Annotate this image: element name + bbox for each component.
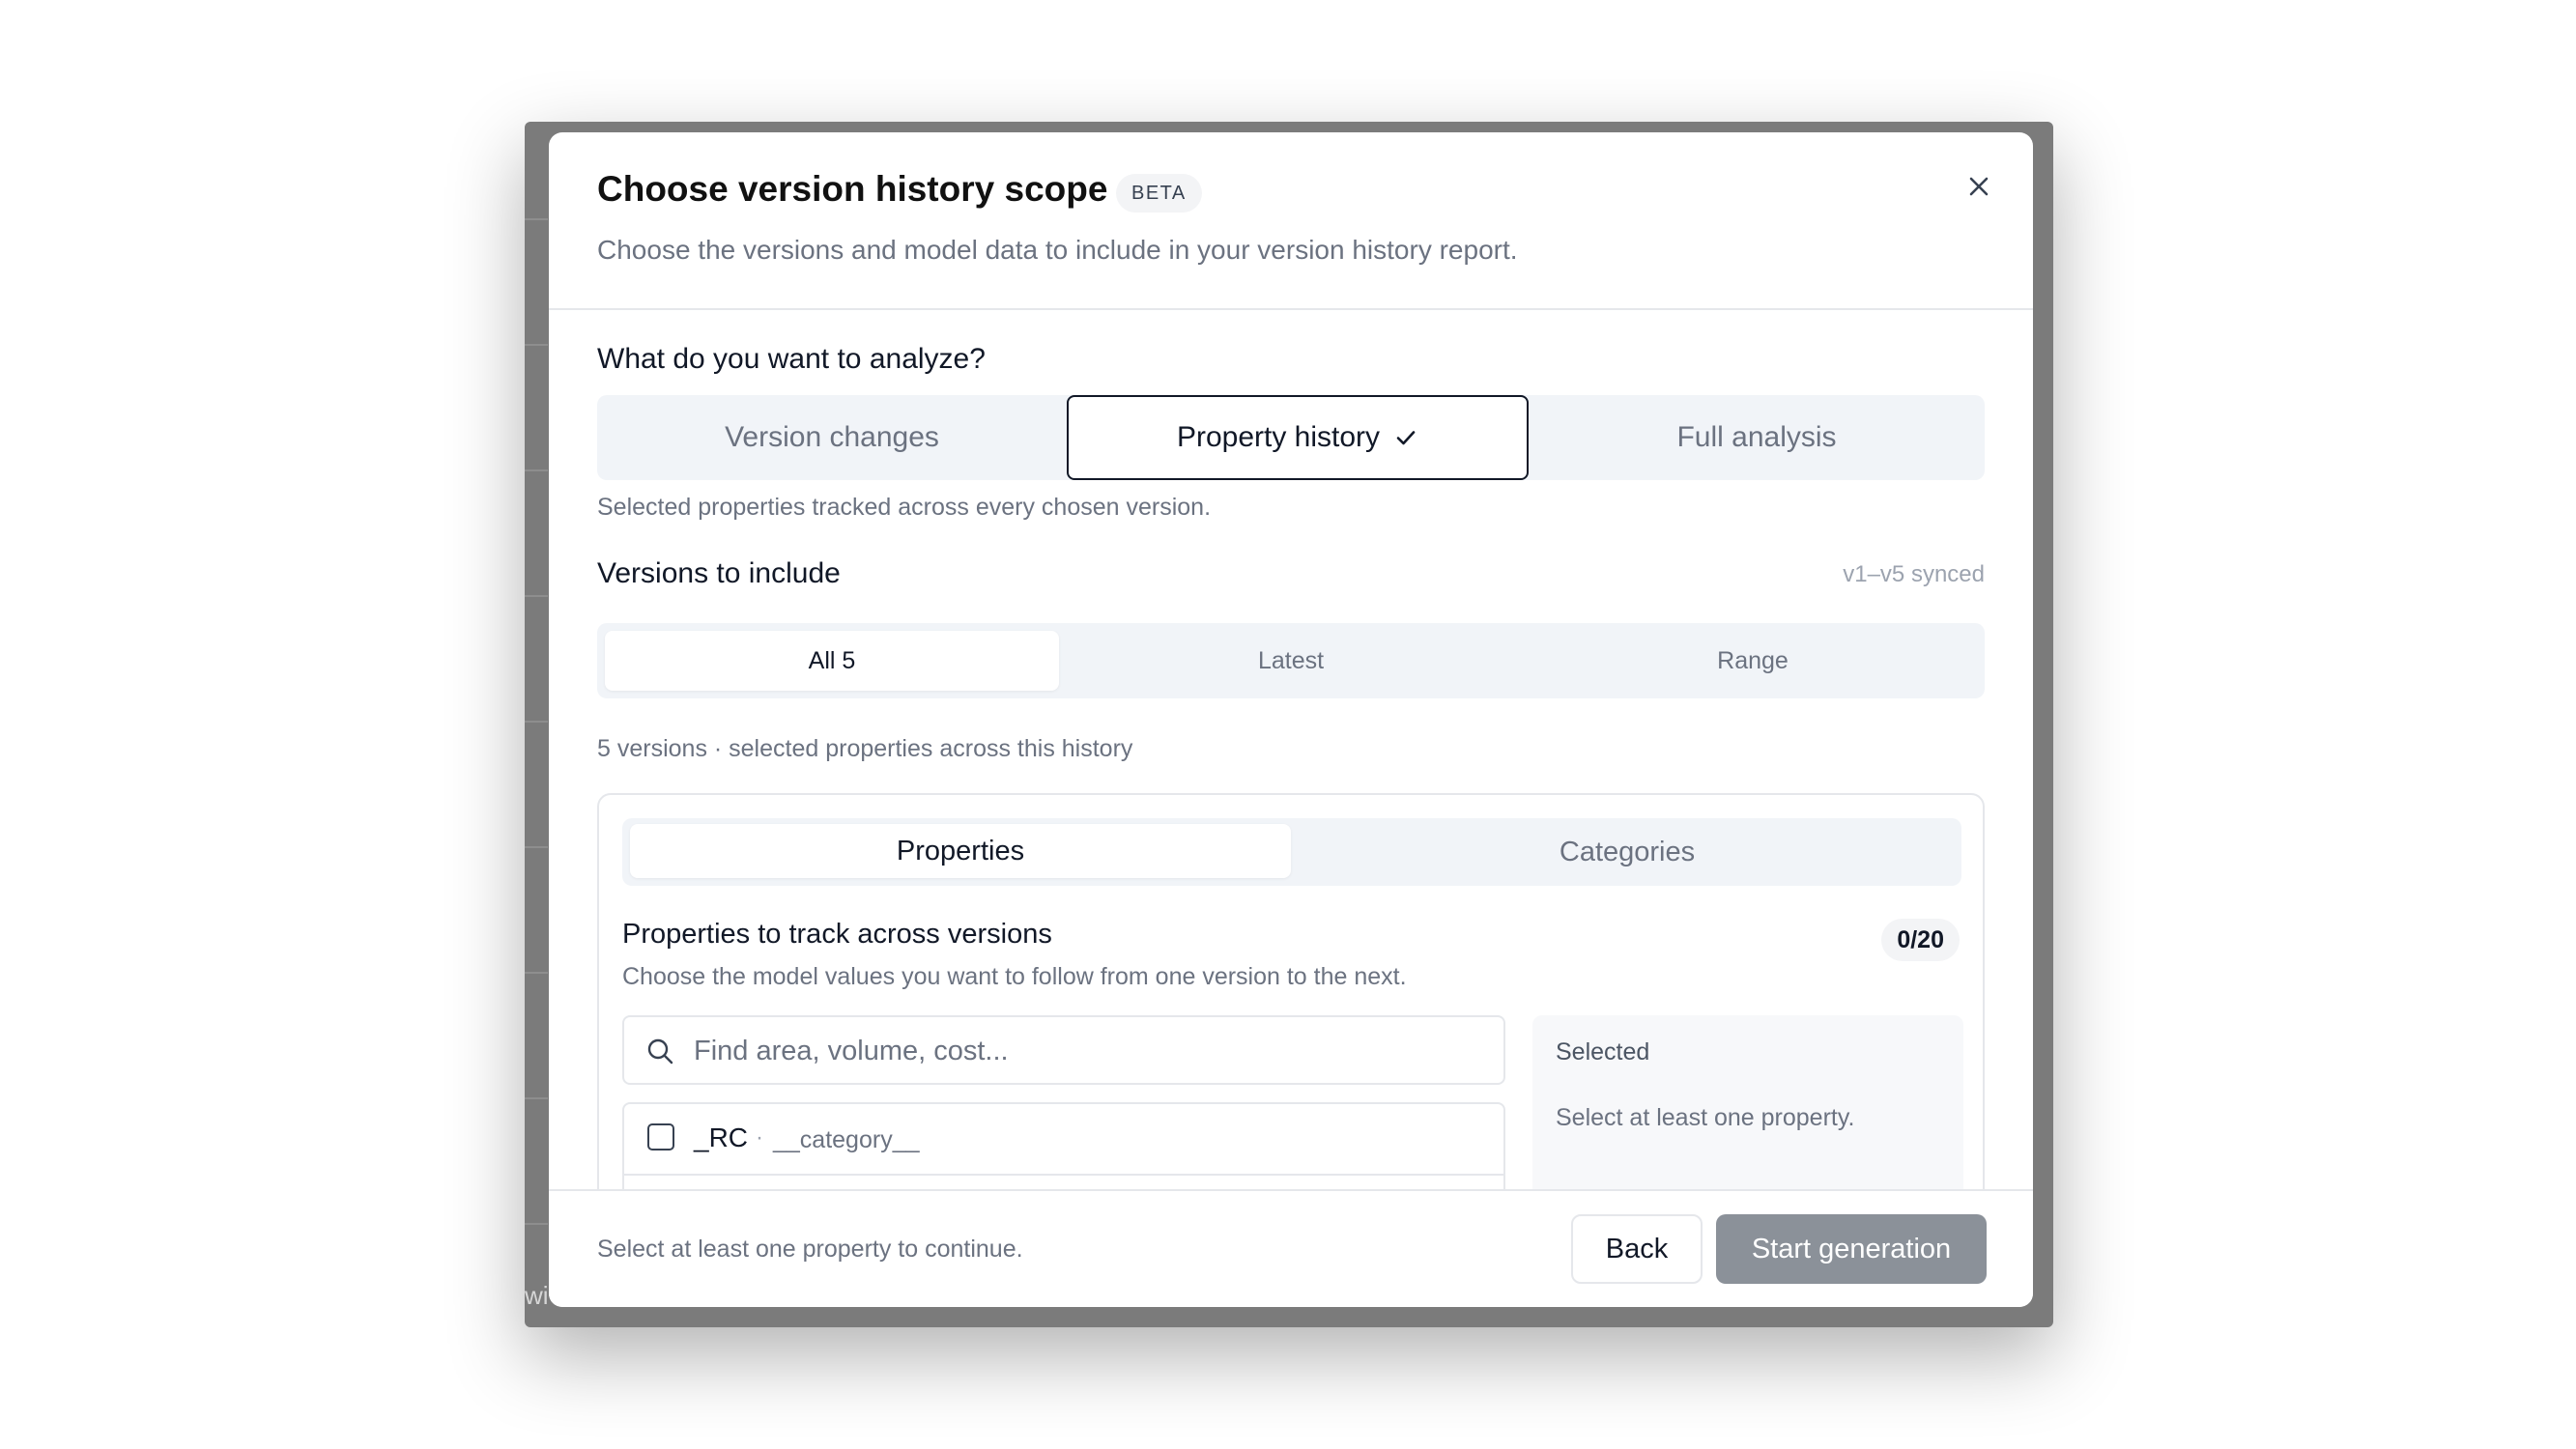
background-divider [525, 344, 548, 346]
option-all-versions[interactable]: All 5 [605, 631, 1059, 691]
option-label: Property history [1176, 421, 1381, 453]
background-divider [525, 595, 548, 597]
tab-categories[interactable]: Categories [1293, 818, 1961, 886]
option-label: Version changes [725, 421, 939, 453]
footer-message: Select at least one property to continue… [597, 1236, 1023, 1263]
background-divider [525, 972, 548, 974]
properties-categories-tabs: Properties Categories [622, 818, 1961, 886]
option-label: All 5 [808, 646, 856, 674]
analyze-question-label: What do you want to analyze? [597, 343, 986, 375]
version-history-scope-dialog: Choose version history scope BETA Choose… [549, 132, 2033, 1307]
background-divider [525, 1097, 548, 1099]
dialog-header: Choose version history scope BETA Choose… [549, 132, 2033, 310]
option-range[interactable]: Range [1521, 623, 1985, 698]
analysis-type-selector: Version changes Property history Full an… [597, 395, 1985, 480]
tab-properties[interactable]: Properties [630, 824, 1291, 878]
option-label: Full analysis [1676, 421, 1837, 453]
properties-title: Properties to track across versions [622, 919, 1052, 950]
option-version-changes[interactable]: Version changes [597, 395, 1067, 480]
tab-label: Categories [1559, 836, 1696, 867]
sync-status: v1–v5 synced [1843, 561, 1985, 587]
option-label: Range [1717, 646, 1789, 674]
list-item[interactable]: _RC · __category__ [624, 1104, 1503, 1176]
option-full-analysis[interactable]: Full analysis [1529, 395, 1985, 480]
property-name: _RC [694, 1122, 749, 1152]
dialog-footer: Select at least one property to continue… [549, 1189, 2033, 1307]
property-category: __category__ [773, 1126, 920, 1153]
background-divider [525, 218, 548, 220]
property-search [622, 1015, 1505, 1085]
search-input[interactable] [692, 1017, 1488, 1085]
versions-selector: All 5 Latest Range [597, 623, 1985, 698]
tab-label: Properties [896, 835, 1025, 867]
versions-description: 5 versions · selected properties across … [597, 735, 1133, 762]
dialog-title: Choose version history scope [597, 169, 1108, 209]
option-property-history[interactable]: Property history [1067, 395, 1529, 480]
close-button[interactable] [1958, 165, 2000, 208]
close-icon [1969, 177, 1989, 196]
option-label: Latest [1257, 646, 1325, 674]
search-icon [647, 1038, 673, 1065]
background-divider [525, 1223, 548, 1225]
property-separator: · [756, 1124, 763, 1151]
selection-count-badge: 0/20 [1881, 919, 1960, 961]
properties-description: Choose the model values you want to foll… [622, 963, 1407, 990]
analysis-description: Selected properties tracked across every… [597, 494, 1212, 521]
background-divider [525, 721, 548, 723]
check-icon [1396, 431, 1416, 445]
back-button[interactable]: Back [1571, 1214, 1703, 1284]
selected-title: Selected [1556, 1038, 1650, 1065]
dialog-subtitle: Choose the versions and model data to in… [597, 235, 1518, 265]
property-checkbox[interactable] [647, 1123, 674, 1151]
start-generation-button[interactable]: Start generation [1716, 1214, 1987, 1284]
background-text: wi [525, 1281, 549, 1310]
beta-badge: BETA [1116, 174, 1202, 213]
background-divider [525, 469, 548, 471]
background-divider [525, 846, 548, 848]
option-latest[interactable]: Latest [1061, 623, 1521, 698]
versions-label: Versions to include [597, 557, 841, 589]
selected-empty-text: Select at least one property. [1556, 1104, 1855, 1131]
selected-properties-box: Selected Select at least one property. [1532, 1015, 1963, 1208]
